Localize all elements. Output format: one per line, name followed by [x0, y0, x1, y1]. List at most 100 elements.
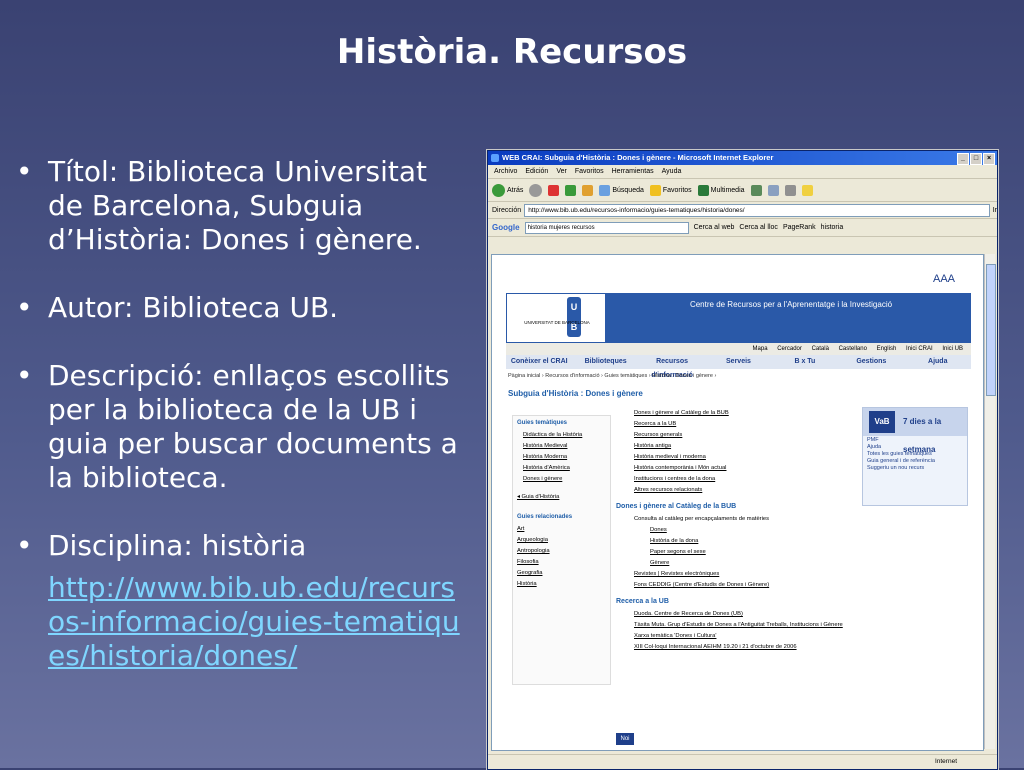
- lang-english[interactable]: English: [877, 346, 897, 352]
- messenger-icon[interactable]: [801, 184, 813, 196]
- nav-serveis[interactable]: Serveis: [705, 355, 771, 369]
- list-item[interactable]: Gènere: [650, 560, 846, 566]
- back-button[interactable]: Atrás: [492, 183, 523, 197]
- related-item[interactable]: Geografia: [517, 570, 610, 576]
- page-heading: Subguia d'Història : Dones i gènere: [508, 389, 643, 398]
- refresh-icon[interactable]: [565, 184, 577, 196]
- maximize-button[interactable]: □: [970, 153, 982, 165]
- sidebar-item[interactable]: Història Moderna: [523, 454, 610, 460]
- related-item[interactable]: Antropologia: [517, 548, 610, 554]
- list-item[interactable]: Història contemporània i Món actual: [634, 465, 846, 471]
- menu-ver[interactable]: Ver: [556, 165, 567, 178]
- list-item[interactable]: Història de la dona: [650, 538, 846, 544]
- list-item[interactable]: Fons CEDDIG (Centre d'Estudis de Dones i…: [634, 582, 846, 588]
- resource-link[interactable]: http://www.bib.ub.edu/recursos-informaci…: [48, 571, 465, 673]
- link-cercador[interactable]: Cercador: [777, 346, 802, 352]
- related-item[interactable]: Filosofia: [517, 559, 610, 565]
- address-label: Dirección: [492, 206, 522, 214]
- bullet-dot-icon: •: [16, 359, 33, 392]
- nav-ajuda[interactable]: Ajuda: [905, 355, 971, 369]
- related-item[interactable]: Història: [517, 581, 610, 587]
- bullet-dot-icon: •: [16, 529, 33, 562]
- list-item[interactable]: Recerca a la UB: [634, 421, 846, 427]
- ub-logo[interactable]: UB UNIVERSITAT DE BARCELONA: [506, 293, 606, 343]
- media-button[interactable]: Multimedia: [697, 184, 745, 196]
- zone-status: Internet: [934, 758, 957, 765]
- minimize-button[interactable]: _: [957, 153, 969, 165]
- bullet-text: Descripció: enllaços escollits per la bi…: [48, 359, 458, 494]
- address-bar: Dirección http://www.bib.ub.edu/recursos…: [488, 202, 997, 219]
- scroll-thumb[interactable]: [986, 264, 996, 396]
- sidebar-item[interactable]: Història Medieval: [523, 443, 610, 449]
- print-icon[interactable]: [784, 184, 796, 196]
- favorites-button[interactable]: Favoritos: [649, 184, 692, 196]
- ub-shield-icon: UB: [567, 297, 581, 337]
- list-item[interactable]: Dones i gènere al Catàleg de la BUB: [634, 410, 846, 416]
- menu-herramientas[interactable]: Herramientas: [612, 165, 654, 178]
- font-size-control[interactable]: AAA: [933, 273, 955, 285]
- star-icon: [649, 184, 661, 196]
- section-heading: Recerca a la UB: [616, 598, 669, 605]
- related-item[interactable]: Arqueologia: [517, 537, 610, 543]
- home-icon[interactable]: [582, 184, 594, 196]
- nav-recursos[interactable]: Recursos d'informació: [639, 355, 705, 379]
- vab-logo: VaB: [869, 411, 895, 433]
- google-toolbar: Google historia mujeres recursos Cerca a…: [488, 219, 997, 237]
- list-item[interactable]: Duoda. Centre de Recerca de Dones (UB): [634, 611, 846, 617]
- forward-arrow-icon[interactable]: [529, 183, 543, 197]
- sidebar-item[interactable]: Història d'Amèrica: [523, 465, 610, 471]
- menu-archivo[interactable]: Archivo: [494, 165, 517, 178]
- list-item[interactable]: Altres recursos relacionats: [634, 487, 846, 493]
- vab-link[interactable]: Suggeriu un nou recurs: [867, 465, 963, 471]
- list-item[interactable]: XIII Col·loqui Internacional AEIHM 19.20…: [634, 644, 846, 650]
- close-button[interactable]: ×: [983, 153, 995, 165]
- mail-icon[interactable]: [767, 184, 779, 196]
- window-titlebar: WEB CRAI: Subguia d'Història : Dones i g…: [488, 151, 997, 165]
- status-bar: Internet: [488, 754, 997, 769]
- lang-catala[interactable]: Català: [812, 346, 829, 352]
- page-viewport: AAA UB UNIVERSITAT DE BARCELONA Centre d…: [491, 254, 984, 751]
- list-item[interactable]: Revistes | Revistes electròniques: [634, 571, 846, 577]
- nav-coneixer[interactable]: Conèixer el CRAI: [506, 355, 572, 369]
- sidebar: Guies temàtiques Didàctica de la Històri…: [512, 415, 611, 685]
- search-site-button[interactable]: Cerca al lloc: [739, 224, 778, 231]
- search-web-button[interactable]: Cerca al web: [694, 224, 735, 231]
- list-item[interactable]: Xarxa temàtica 'Dones i Cultura': [634, 633, 846, 639]
- bullet-text: Disciplina: història: [48, 529, 307, 562]
- bullet-title: • Títol: Biblioteca Universitat de Barce…: [10, 155, 465, 257]
- link-inici-ub[interactable]: Inici UB: [942, 346, 963, 352]
- nav-biblioteques[interactable]: Biblioteques: [572, 355, 638, 369]
- list-item[interactable]: Recursos generals: [634, 432, 846, 438]
- media-icon: [697, 184, 709, 196]
- link-inici-crai[interactable]: Inici CRAI: [906, 346, 933, 352]
- vertical-scrollbar[interactable]: [984, 254, 996, 749]
- crai-title: Centre de Recursos per a l'Aprenentatge …: [689, 300, 893, 309]
- menu-favoritos[interactable]: Favoritos: [575, 165, 604, 178]
- nav-bxtu[interactable]: B x Tu: [772, 355, 838, 369]
- browser-window: WEB CRAI: Subguia d'Història : Dones i g…: [487, 150, 998, 770]
- menu-edicion[interactable]: Edición: [525, 165, 548, 178]
- search-button[interactable]: Búsqueda: [599, 184, 644, 196]
- list-item[interactable]: Història antiga: [634, 443, 846, 449]
- list-item[interactable]: Tàsita Muta. Grup d'Estudis de Dones a l…: [634, 622, 846, 628]
- sidebar-item[interactable]: Didàctica de la Història: [523, 432, 610, 438]
- link-mapa[interactable]: Mapa: [753, 346, 768, 352]
- list-item[interactable]: Dones: [650, 527, 846, 533]
- history-icon[interactable]: [750, 184, 762, 196]
- address-input[interactable]: http://www.bib.ub.edu/recursos-informaci…: [524, 203, 990, 217]
- main-content: Dones i gènere al Catàleg de la BUB Rece…: [616, 410, 846, 655]
- nav-gestions[interactable]: Gestions: [838, 355, 904, 369]
- sidebar-title: Guies temàtiques: [517, 420, 568, 426]
- sidebar-item[interactable]: Dones i gènere: [523, 476, 610, 482]
- list-item[interactable]: Institucions i centres de la dona: [634, 476, 846, 482]
- google-search-input[interactable]: historia mujeres recursos: [524, 221, 689, 234]
- lang-castellano[interactable]: Castellano: [839, 346, 867, 352]
- list-item[interactable]: Història medieval i moderna: [634, 454, 846, 460]
- list-item[interactable]: Paper segons el sexe: [650, 549, 846, 555]
- history-button[interactable]: historia: [821, 224, 844, 231]
- go-button[interactable]: Ir: [993, 207, 997, 214]
- back-to-guide-link[interactable]: ◂ Guia d'Història: [517, 494, 610, 500]
- stop-icon[interactable]: [548, 184, 560, 196]
- menu-ayuda[interactable]: Ayuda: [662, 165, 682, 178]
- related-item[interactable]: Art: [517, 526, 610, 532]
